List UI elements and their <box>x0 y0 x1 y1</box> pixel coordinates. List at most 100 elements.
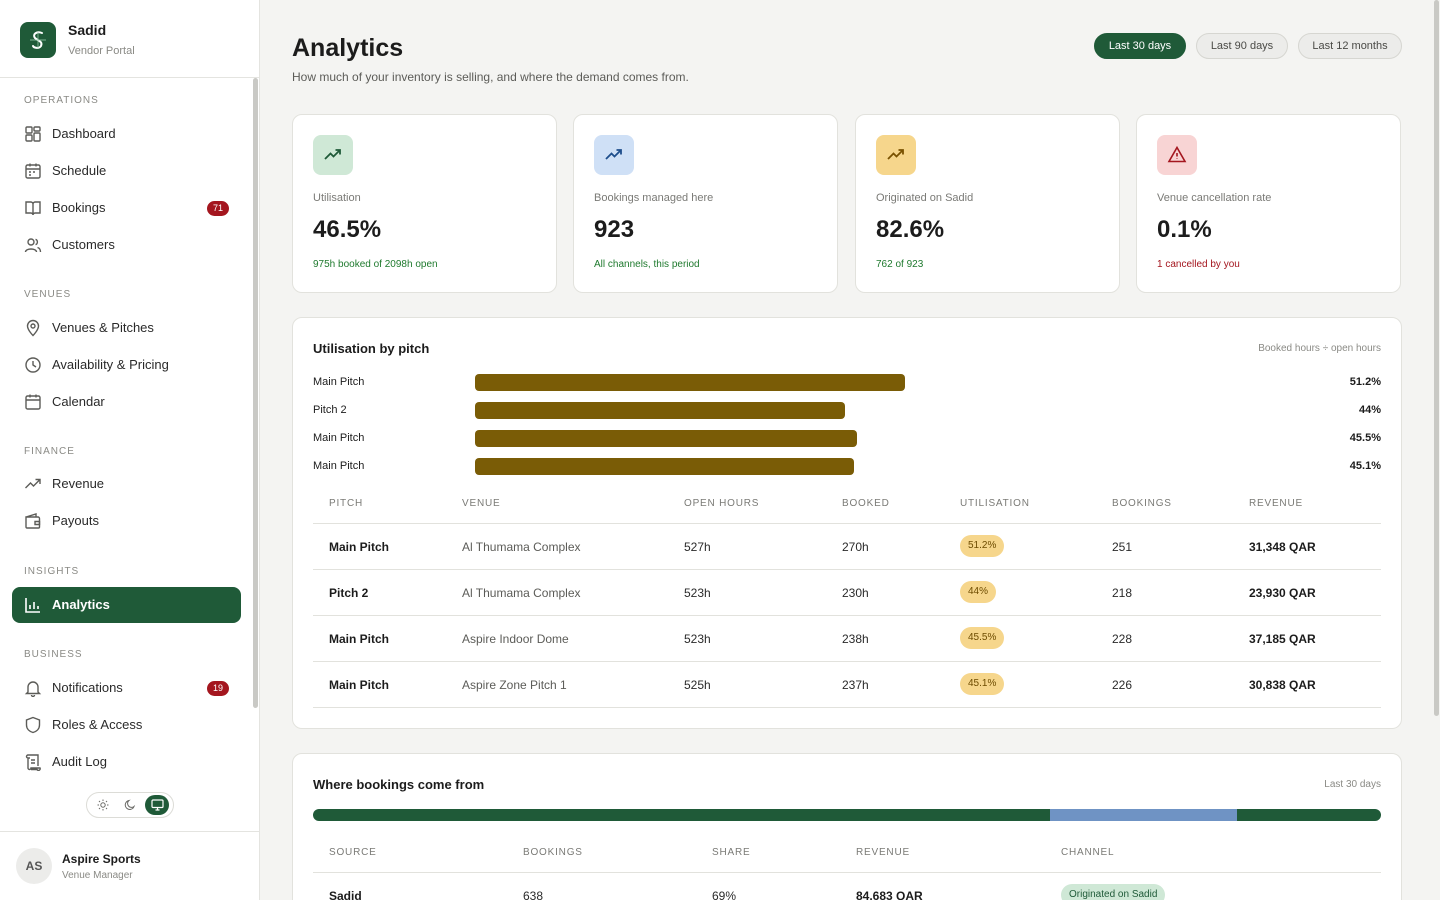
sidebar-item-roles[interactable]: Roles & Access <box>12 707 241 743</box>
column-header[interactable]: VENUE <box>462 498 500 509</box>
cell-bookings: 228 <box>1112 632 1133 646</box>
sidebar-item-payouts[interactable]: Payouts <box>12 503 241 539</box>
kpi-card-cancellation: Venue cancellation rate 0.1% 1 cancelled… <box>1136 114 1401 293</box>
table-row[interactable]: Sadid 638 69% 84,683 QAR Originated on S… <box>313 873 1381 900</box>
sidebar-item-label: Schedule <box>52 163 107 178</box>
sidebar-item-label: Audit Log <box>52 754 107 769</box>
kpi-note: 762 of 923 <box>876 259 924 270</box>
book-icon <box>25 201 41 216</box>
sidebar-item-notifications[interactable]: Notifications 19 <box>12 670 241 706</box>
brand-subtitle: Vendor Portal <box>68 45 135 57</box>
cell-booked: 270h <box>842 540 869 554</box>
card-title: Where bookings come from <box>313 777 485 792</box>
sidebar-item-calendar[interactable]: Calendar <box>12 384 241 420</box>
sidebar: Sadid Vendor Portal OPERATIONS Dashboard… <box>0 0 260 900</box>
source-segment[interactable] <box>313 809 1050 821</box>
kpi-note: 1 cancelled by you <box>1157 259 1240 270</box>
sidebar-item-customers[interactable]: Customers <box>12 227 241 263</box>
sidebar-scroll-thumb[interactable] <box>253 78 258 708</box>
theme-toggle <box>86 792 174 818</box>
kpi-value: 923 <box>594 216 635 243</box>
page-scrollbar[interactable] <box>1432 0 1440 900</box>
column-header[interactable]: SHARE <box>712 847 750 858</box>
kpi-card-originated: Originated on Sadid 82.6% 762 of 923 <box>855 114 1120 293</box>
moon-icon <box>124 799 136 810</box>
cell-booked: 238h <box>842 632 869 646</box>
table-row[interactable]: Main Pitch Aspire Zone Pitch 1 525h 237h… <box>313 662 1381 708</box>
card-title: Utilisation by pitch <box>313 341 430 356</box>
page-subtitle: How much of your inventory is selling, a… <box>292 70 689 84</box>
cell-bookings: 251 <box>1112 540 1133 554</box>
monitor-icon <box>150 799 164 811</box>
sidebar-item-audit-log[interactable]: Audit Log <box>12 744 241 780</box>
table-row[interactable]: Main Pitch Aspire Indoor Dome 523h 238h … <box>313 616 1381 662</box>
user-name: Aspire Sports <box>62 852 141 866</box>
utilisation-bar-row: Main Pitch 45.5% <box>313 429 1381 449</box>
column-header[interactable]: REVENUE <box>1249 498 1303 509</box>
page-scroll-thumb[interactable] <box>1434 0 1439 716</box>
sidebar-item-label: Customers <box>52 237 115 252</box>
bar-chart-icon <box>25 598 40 613</box>
bar-track <box>475 374 1315 391</box>
cell-pitch: Main Pitch <box>329 632 390 646</box>
column-header[interactable]: OPEN HOURS <box>684 498 759 509</box>
column-header[interactable]: BOOKED <box>842 498 890 509</box>
section-title-finance: FINANCE <box>24 446 75 457</box>
column-header[interactable]: BOOKINGS <box>1112 498 1172 509</box>
avatar[interactable]: AS <box>16 848 52 884</box>
bar-label: Main Pitch <box>313 460 365 472</box>
range-30-days-button[interactable]: Last 30 days <box>1094 33 1186 59</box>
table-header: SOURCE BOOKINGS SHARE REVENUE CHANNEL <box>313 833 1381 873</box>
theme-dark-button[interactable] <box>118 795 142 815</box>
theme-light-button[interactable] <box>91 795 115 815</box>
sidebar-item-bookings[interactable]: Bookings 71 <box>12 190 241 226</box>
sidebar-item-label: Bookings <box>52 200 106 215</box>
table-row[interactable]: Main Pitch Al Thumama Complex 527h 270h … <box>313 524 1381 570</box>
sidebar-item-analytics[interactable]: Analytics <box>12 587 241 623</box>
range-12-months-button[interactable]: Last 12 months <box>1298 33 1402 59</box>
source-segment[interactable] <box>1236 809 1381 821</box>
kpi-card-utilisation: Utilisation 46.5% 975h booked of 2098h o… <box>292 114 557 293</box>
user-profile[interactable]: AS Aspire Sports Venue Manager <box>0 831 259 900</box>
bar-fill <box>475 402 845 419</box>
sidebar-item-venues-pitches[interactable]: Venues & Pitches <box>12 310 241 346</box>
scroll-log-icon <box>25 754 41 771</box>
column-header[interactable]: CHANNEL <box>1061 847 1114 858</box>
range-90-days-button[interactable]: Last 90 days <box>1196 33 1288 59</box>
users-icon <box>24 238 42 253</box>
utilisation-badge: 51.2% <box>960 535 1005 557</box>
cell-venue: Aspire Zone Pitch 1 <box>462 678 567 692</box>
brand-logo-icon[interactable] <box>20 22 56 58</box>
cell-pitch: Main Pitch <box>329 678 390 692</box>
sidebar-item-label: Notifications <box>52 680 123 695</box>
utilisation-card: Utilisation by pitch Booked hours ÷ open… <box>292 317 1402 729</box>
sidebar-item-schedule[interactable]: Schedule <box>12 153 241 189</box>
column-header[interactable]: UTILISATION <box>960 498 1030 509</box>
sidebar-scrollbar[interactable] <box>252 78 259 790</box>
column-header[interactable]: SOURCE <box>329 847 377 858</box>
column-header[interactable]: BOOKINGS <box>523 847 583 858</box>
cell-booked: 230h <box>842 586 869 600</box>
cell-open-hours: 523h <box>684 586 711 600</box>
clock-icon <box>25 357 41 373</box>
sun-icon <box>97 799 109 811</box>
sidebar-item-revenue[interactable]: Revenue <box>12 466 241 502</box>
user-role: Venue Manager <box>62 870 133 881</box>
cell-venue: Al Thumama Complex <box>462 540 581 554</box>
bar-track <box>475 402 1315 419</box>
sidebar-item-dashboard[interactable]: Dashboard <box>12 116 241 152</box>
column-header[interactable]: REVENUE <box>856 847 910 858</box>
source-segment[interactable] <box>1049 809 1237 821</box>
table-row[interactable]: Pitch 2 Al Thumama Complex 523h 230h 44%… <box>313 570 1381 616</box>
cell-revenue: 31,348 QAR <box>1249 540 1316 554</box>
cell-open-hours: 523h <box>684 632 711 646</box>
column-header[interactable]: PITCH <box>329 498 363 509</box>
kpi-label: Utilisation <box>313 192 361 204</box>
utilisation-bar-row: Main Pitch 51.2% <box>313 373 1381 393</box>
sidebar-item-availability[interactable]: Availability & Pricing <box>12 347 241 383</box>
theme-system-button[interactable] <box>145 795 169 815</box>
brand-name: Sadid <box>68 22 107 38</box>
channel-badge: Originated on Sadid <box>1061 884 1166 900</box>
sidebar-item-label: Calendar <box>52 394 105 409</box>
bar-label: Pitch 2 <box>313 404 347 416</box>
